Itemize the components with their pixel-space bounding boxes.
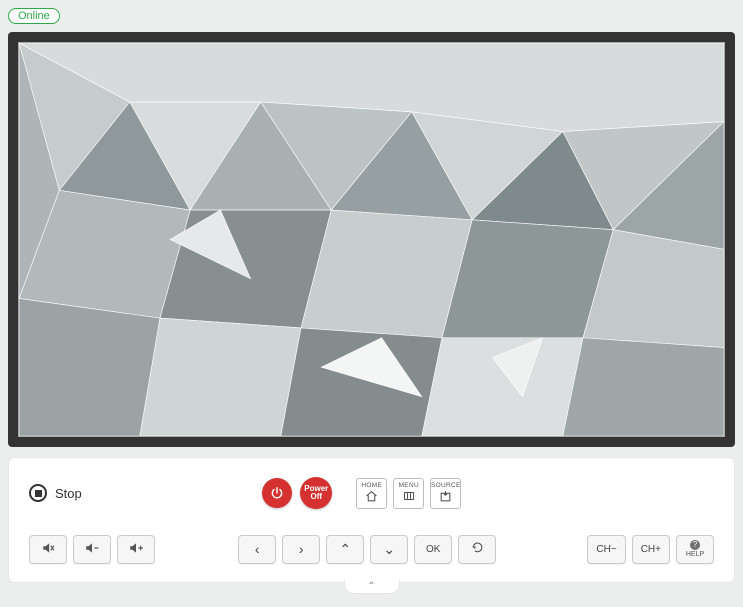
display-screen — [18, 42, 725, 437]
home-button[interactable]: HOME — [356, 478, 387, 509]
volume-up-button[interactable] — [117, 535, 155, 564]
nav-up-button[interactable]: ⌃ — [326, 535, 364, 564]
menu-label: MENU — [399, 482, 419, 489]
home-icon — [364, 490, 379, 505]
home-label: HOME — [361, 482, 382, 489]
channel-up-button[interactable]: CH+ — [632, 535, 670, 564]
back-icon — [470, 541, 485, 557]
channel-down-button[interactable]: CH− — [587, 535, 625, 564]
chevron-up-icon: ⌃ — [339, 541, 351, 558]
nav-left-button[interactable]: ‹ — [238, 535, 276, 564]
menu-button[interactable]: MENU — [393, 478, 424, 509]
status-badge: Online — [8, 8, 60, 24]
menu-icon — [402, 490, 416, 504]
ok-label: OK — [426, 544, 440, 555]
power-icon — [270, 486, 284, 500]
speaker-minus-icon — [83, 541, 101, 558]
ok-button[interactable]: OK — [414, 535, 452, 564]
back-button[interactable] — [458, 535, 496, 564]
mute-button[interactable] — [29, 535, 67, 564]
help-label: HELP — [686, 551, 704, 558]
speaker-plus-icon — [127, 541, 145, 558]
source-button[interactable]: SOURCE — [430, 478, 461, 509]
remote-control-panel: Stop Power Off — [8, 457, 735, 583]
stop-icon — [29, 484, 47, 502]
chevron-right-icon: › — [299, 541, 304, 557]
power-off-button[interactable]: Power Off — [300, 477, 332, 509]
expand-panel-toggle[interactable]: ⌃ — [344, 580, 400, 594]
chevron-up-icon: ⌃ — [367, 581, 375, 592]
stop-button[interactable]: Stop — [29, 484, 82, 502]
chevron-down-icon: ⌄ — [383, 541, 395, 558]
nav-down-button[interactable]: ⌄ — [370, 535, 408, 564]
source-label: SOURCE — [431, 482, 461, 489]
power-button[interactable] — [262, 478, 292, 508]
channel-down-label: CH− — [596, 544, 616, 555]
speaker-mute-icon — [40, 541, 56, 558]
power-off-label: Power Off — [304, 485, 328, 502]
source-icon — [438, 490, 453, 505]
channel-up-label: CH+ — [641, 544, 661, 555]
display-frame — [8, 32, 735, 447]
stop-label: Stop — [55, 486, 82, 501]
nav-right-button[interactable]: › — [282, 535, 320, 564]
chevron-left-icon: ‹ — [255, 541, 260, 557]
help-button[interactable]: ? HELP — [676, 535, 714, 564]
screen-content-image — [19, 43, 724, 436]
help-icon: ? — [690, 540, 700, 550]
volume-down-button[interactable] — [73, 535, 111, 564]
status-label: Online — [18, 10, 50, 22]
